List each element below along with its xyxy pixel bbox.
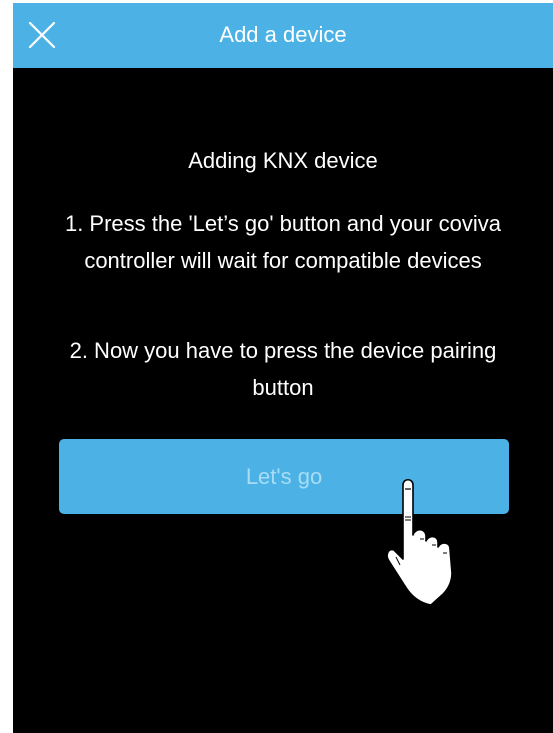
header-bar: Add a device xyxy=(13,3,553,68)
pointing-hand-icon xyxy=(386,478,453,606)
instruction-step-2: 2. Now you have to press the device pair… xyxy=(69,338,497,400)
page-title: Add a device xyxy=(219,22,347,47)
instruction-step-1: 1. Press the 'Let’s go' button and your … xyxy=(64,211,502,273)
add-device-screen: Add a device Adding KNX device 1. Press … xyxy=(13,3,553,733)
section-heading: Adding KNX device xyxy=(188,148,378,173)
